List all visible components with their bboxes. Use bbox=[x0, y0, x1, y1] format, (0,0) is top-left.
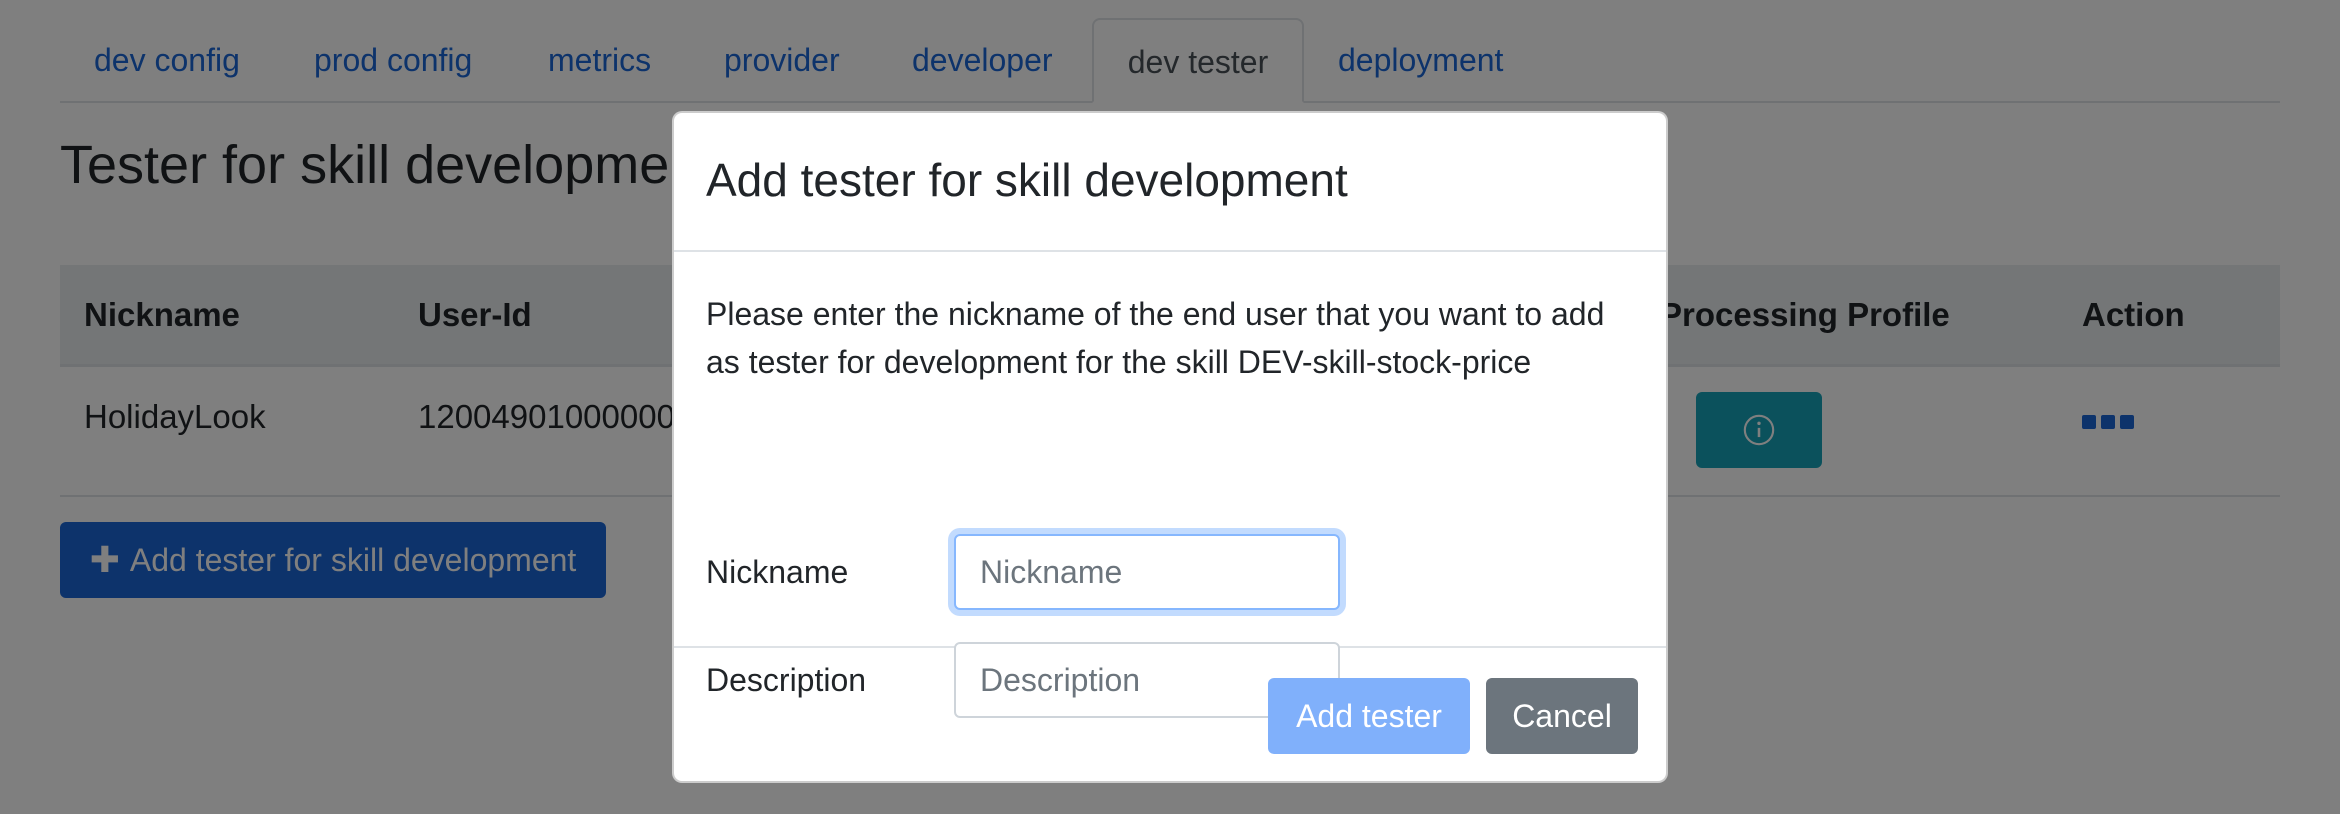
description-label: Description bbox=[706, 662, 867, 698]
dialog-body: Please enter the nickname of the end use… bbox=[674, 252, 1666, 718]
nickname-input[interactable] bbox=[954, 534, 1340, 610]
add-tester-submit-button[interactable]: Add tester bbox=[1268, 678, 1470, 754]
nickname-label: Nickname bbox=[706, 554, 849, 590]
page: dev config prod config metrics provider … bbox=[0, 0, 2340, 814]
dialog-title: Add tester for skill development bbox=[706, 154, 1348, 206]
add-tester-dialog: Add tester for skill development Please … bbox=[672, 111, 1668, 783]
dialog-header: Add tester for skill development bbox=[674, 113, 1666, 252]
dialog-description: Please enter the nickname of the end use… bbox=[706, 296, 1605, 380]
cancel-button[interactable]: Cancel bbox=[1486, 678, 1638, 754]
